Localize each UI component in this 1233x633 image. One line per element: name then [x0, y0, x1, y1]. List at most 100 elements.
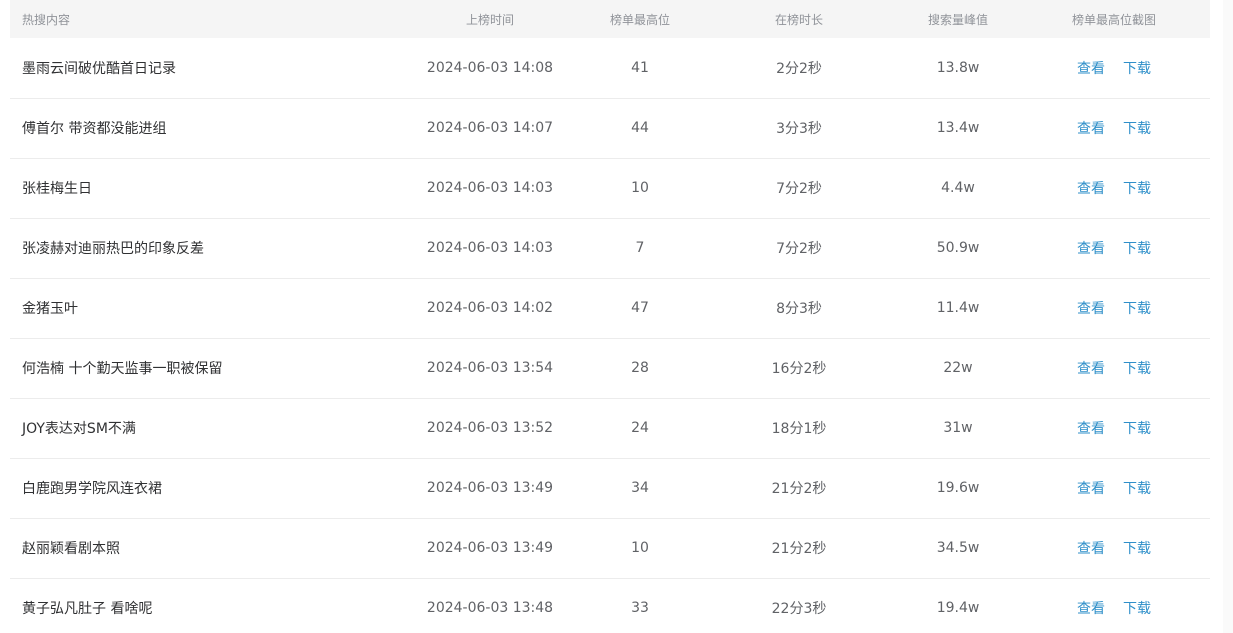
row-title: 赵丽颖看剧本照 — [22, 541, 120, 557]
table-row: JOY表达对SM不满 2024-06-03 13:52 24 18分1秒 31w… — [10, 398, 1210, 458]
download-link[interactable]: 下载 — [1123, 178, 1151, 198]
row-title: 白鹿跑男学院风连衣裙 — [22, 481, 162, 497]
row-rank: 24 — [631, 420, 649, 436]
row-actions: 查看 下载 — [1018, 518, 1210, 578]
row-time: 2024-06-03 14:03 — [426, 240, 554, 256]
view-link[interactable]: 查看 — [1077, 118, 1105, 138]
row-time: 2024-06-03 14:02 — [426, 300, 554, 316]
header-time: 上榜时间 — [465, 12, 514, 27]
row-actions: 查看 下载 — [1018, 98, 1210, 158]
row-title: 张凌赫对迪丽热巴的印象反差 — [22, 241, 204, 257]
row-rank: 44 — [631, 120, 649, 136]
row-rank: 10 — [631, 540, 649, 556]
row-rank: 47 — [631, 300, 649, 316]
view-link[interactable]: 查看 — [1077, 598, 1105, 618]
table-row: 墨雨云间破优酷首日记录 2024-06-03 14:08 41 2分2秒 13.… — [10, 38, 1210, 98]
row-actions: 查看 下载 — [1018, 578, 1210, 633]
row-time: 2024-06-03 14:07 — [426, 120, 554, 136]
header-title: 热搜内容 — [22, 12, 71, 27]
header-duration: 在榜时长 — [774, 12, 823, 27]
row-peak: 13.8w — [936, 59, 980, 76]
row-duration: 8分3秒 — [776, 301, 822, 317]
view-link[interactable]: 查看 — [1077, 478, 1105, 498]
row-actions: 查看 下载 — [1018, 158, 1210, 218]
row-rank: 10 — [631, 180, 649, 196]
table-row: 白鹿跑男学院风连衣裙 2024-06-03 13:49 34 21分2秒 19.… — [10, 458, 1210, 518]
row-peak: 19.6w — [936, 480, 980, 496]
row-time: 2024-06-03 13:49 — [426, 540, 554, 556]
row-duration: 2分2秒 — [776, 60, 822, 77]
row-peak: 50.9w — [936, 240, 980, 256]
table-row: 黄子弘凡肚子 看啥呢 2024-06-03 13:48 33 22分3秒 19.… — [10, 578, 1210, 633]
row-title: 墨雨云间破优酷首日记录 — [22, 60, 176, 77]
row-peak: 4.4w — [941, 180, 975, 196]
row-rank: 34 — [631, 480, 649, 496]
row-duration: 16分2秒 — [771, 361, 827, 377]
row-title: JOY表达对SM不满 — [22, 421, 136, 437]
row-peak: 13.4w — [936, 120, 980, 136]
hot-search-table: 热搜内容 上榜时间 榜单最高位 在榜时长 搜索量峰值 榜单最高位截图 墨雨云间破… — [10, 0, 1210, 633]
row-title: 傅首尔 带资都没能进组 — [22, 121, 167, 137]
header-top-rank: 榜单最高位 — [609, 12, 670, 27]
hot-search-table-container: 热搜内容 上榜时间 榜单最高位 在榜时长 搜索量峰值 榜单最高位截图 墨雨云间破… — [10, 0, 1210, 633]
table-row: 傅首尔 带资都没能进组 2024-06-03 14:07 44 3分3秒 13.… — [10, 98, 1210, 158]
table-row: 何浩楠 十个勤天监事一职被保留 2024-06-03 13:54 28 16分2… — [10, 338, 1210, 398]
download-link[interactable]: 下载 — [1123, 58, 1151, 78]
table-row: 赵丽颖看剧本照 2024-06-03 13:49 10 21分2秒 34.5w … — [10, 518, 1210, 578]
row-peak: 31w — [943, 420, 973, 436]
row-rank: 7 — [635, 240, 645, 256]
row-duration: 7分2秒 — [776, 241, 822, 257]
row-time: 2024-06-03 14:08 — [426, 59, 554, 76]
row-actions: 查看 下载 — [1018, 38, 1210, 98]
download-link[interactable]: 下载 — [1123, 358, 1151, 378]
row-time: 2024-06-03 14:03 — [426, 180, 554, 196]
download-link[interactable]: 下载 — [1123, 238, 1151, 258]
table-body: 墨雨云间破优酷首日记录 2024-06-03 14:08 41 2分2秒 13.… — [10, 38, 1210, 633]
download-link[interactable]: 下载 — [1123, 418, 1151, 438]
row-title: 张桂梅生日 — [22, 181, 92, 197]
row-actions: 查看 下载 — [1018, 458, 1210, 518]
table-header-row: 热搜内容 上榜时间 榜单最高位 在榜时长 搜索量峰值 榜单最高位截图 — [10, 0, 1210, 38]
row-title: 黄子弘凡肚子 看啥呢 — [22, 601, 153, 617]
row-time: 2024-06-03 13:48 — [426, 600, 554, 616]
row-time: 2024-06-03 13:52 — [426, 420, 554, 436]
download-link[interactable]: 下载 — [1123, 298, 1151, 318]
row-peak: 19.4w — [936, 600, 980, 616]
header-screenshot: 榜单最高位截图 — [1071, 12, 1156, 27]
view-link[interactable]: 查看 — [1077, 538, 1105, 558]
view-link[interactable]: 查看 — [1077, 238, 1105, 258]
row-time: 2024-06-03 13:54 — [426, 360, 554, 376]
row-peak: 22w — [943, 360, 973, 376]
row-peak: 34.5w — [936, 540, 980, 556]
vertical-scrollbar[interactable] — [1223, 0, 1233, 633]
row-title: 何浩楠 十个勤天监事一职被保留 — [22, 361, 223, 377]
table-row: 张桂梅生日 2024-06-03 14:03 10 7分2秒 4.4w 查看 下载 — [10, 158, 1210, 218]
row-actions: 查看 下载 — [1018, 278, 1210, 338]
row-duration: 18分1秒 — [771, 421, 827, 437]
table-row: 金猪玉叶 2024-06-03 14:02 47 8分3秒 11.4w 查看 下载 — [10, 278, 1210, 338]
view-link[interactable]: 查看 — [1077, 298, 1105, 318]
row-rank: 41 — [631, 59, 649, 76]
row-duration: 7分2秒 — [776, 181, 822, 197]
row-title: 金猪玉叶 — [22, 301, 78, 317]
view-link[interactable]: 查看 — [1077, 178, 1105, 198]
download-link[interactable]: 下载 — [1123, 538, 1151, 558]
view-link[interactable]: 查看 — [1077, 358, 1105, 378]
row-duration: 21分2秒 — [771, 481, 827, 497]
download-link[interactable]: 下载 — [1123, 118, 1151, 138]
row-actions: 查看 下载 — [1018, 218, 1210, 278]
view-link[interactable]: 查看 — [1077, 418, 1105, 438]
header-search-peak: 搜索量峰值 — [927, 12, 988, 27]
row-actions: 查看 下载 — [1018, 338, 1210, 398]
row-rank: 33 — [631, 600, 649, 616]
row-duration: 21分2秒 — [771, 541, 827, 557]
download-link[interactable]: 下载 — [1123, 478, 1151, 498]
table-row: 张凌赫对迪丽热巴的印象反差 2024-06-03 14:03 7 7分2秒 50… — [10, 218, 1210, 278]
row-rank: 28 — [631, 360, 649, 376]
row-time: 2024-06-03 13:49 — [426, 480, 554, 496]
row-actions: 查看 下载 — [1018, 398, 1210, 458]
view-link[interactable]: 查看 — [1077, 58, 1105, 78]
row-duration: 22分3秒 — [771, 601, 827, 617]
download-link[interactable]: 下载 — [1123, 598, 1151, 618]
row-duration: 3分3秒 — [776, 121, 822, 137]
